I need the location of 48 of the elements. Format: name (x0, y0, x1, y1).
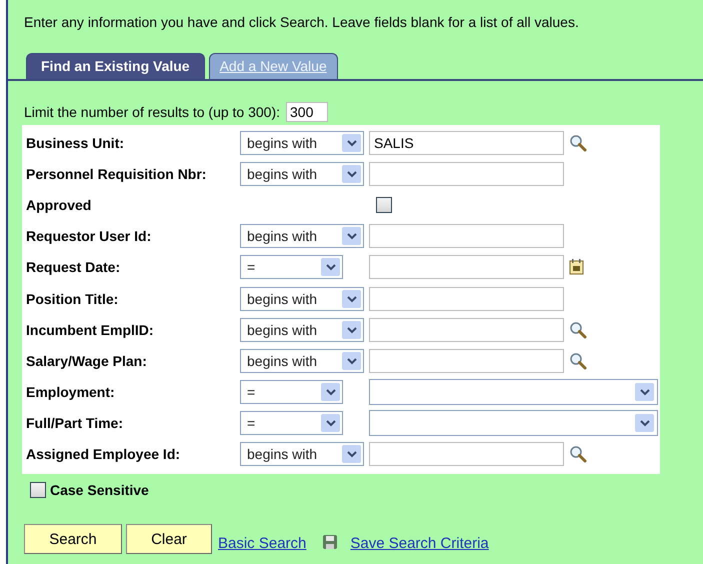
operator-dropdown[interactable]: = (240, 411, 343, 436)
search-icon[interactable] (569, 445, 587, 464)
search-icon[interactable] (569, 320, 587, 339)
operator-dropdown[interactable]: begins with (240, 130, 364, 155)
checkbox-label: Case Sensitive (50, 482, 149, 498)
field-label: Business Unit: (26, 134, 126, 151)
checkbox[interactable] (30, 482, 46, 498)
field-label: Employment: (26, 384, 116, 400)
field-label: Requestor User Id: (26, 228, 152, 244)
operator-dropdown[interactable]: begins with (240, 162, 364, 186)
operator-dropdown[interactable]: begins with (240, 224, 364, 248)
save-icon[interactable] (322, 534, 338, 550)
search-icon[interactable] (569, 134, 587, 152)
link[interactable]: Basic Search (218, 534, 306, 552)
input-field[interactable] (369, 162, 564, 186)
input-field[interactable] (369, 286, 564, 311)
tab[interactable]: Find an Existing Value (26, 53, 205, 79)
input-field[interactable]: SALIS (369, 130, 564, 155)
calendar-icon[interactable] (569, 258, 585, 276)
field-label: Approved (26, 196, 92, 213)
input-field[interactable] (369, 318, 564, 342)
field-label: Assigned Employee Id: (26, 446, 182, 462)
field-label: Request Date: (26, 259, 122, 276)
field-label: Full/Part Time: (26, 415, 124, 432)
field-label: Position Title: (26, 290, 120, 307)
operator-dropdown[interactable]: begins with (240, 286, 364, 311)
limit-field[interactable]: 300 (286, 102, 328, 122)
field-label: Personnel Requisition Nbr: (26, 166, 208, 182)
input-field[interactable] (369, 255, 564, 280)
checkbox[interactable] (376, 196, 392, 213)
field-label: Salary/Wage Plan: (26, 352, 148, 369)
search-button[interactable]: Search (24, 524, 122, 554)
operator-dropdown[interactable]: begins with (240, 318, 364, 342)
clear-button[interactable]: Clear (126, 524, 212, 554)
input-field[interactable] (369, 348, 564, 373)
link[interactable]: Save Search Criteria (350, 534, 489, 552)
input-field[interactable] (369, 442, 564, 466)
operator-dropdown[interactable]: begins with (240, 348, 364, 373)
field-label: Incumbent EmplID: (26, 322, 155, 338)
input-field[interactable] (369, 224, 564, 248)
search-icon[interactable] (569, 352, 587, 370)
operator-dropdown[interactable]: = (240, 380, 343, 404)
limit-label: Limit the number of results to (up to 300): (24, 104, 280, 120)
instructions-text: Enter any information you have and click Search. Leave fields blank for a list of all values. (23, 14, 580, 30)
value-dropdown[interactable] (369, 379, 658, 406)
operator-dropdown[interactable]: begins with (240, 442, 364, 466)
operator-dropdown[interactable]: = (240, 255, 343, 280)
value-dropdown[interactable] (369, 410, 658, 436)
